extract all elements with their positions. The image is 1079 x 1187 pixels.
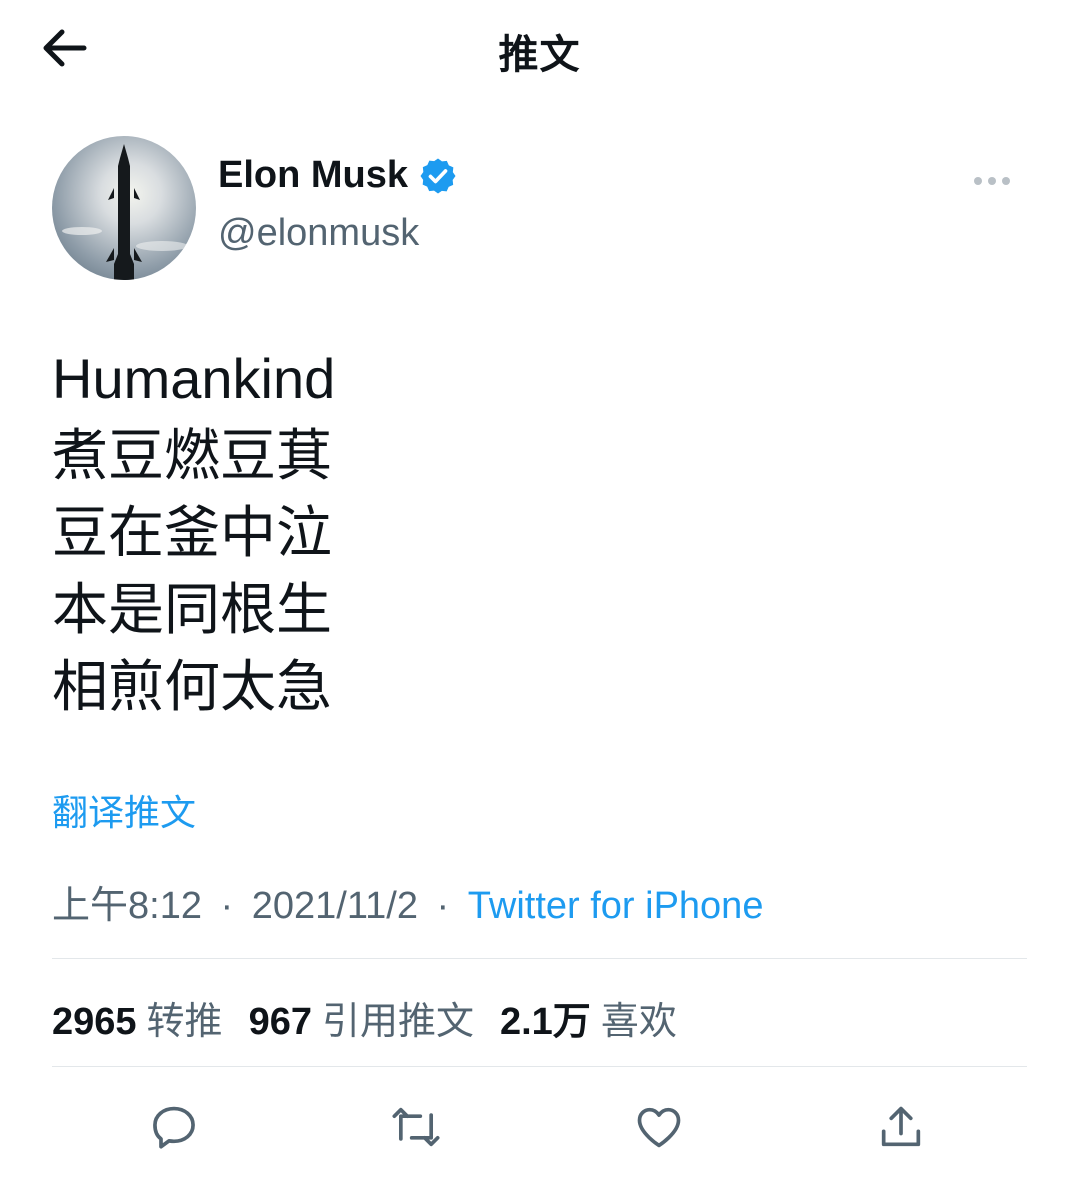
like-label: 喜欢 [600, 1001, 677, 1043]
retweets-stat[interactable]: 2965 转推 [52, 990, 223, 1045]
translate-tweet-link[interactable]: 翻译推文 [52, 784, 196, 836]
retweet-icon [392, 1107, 440, 1147]
page-title: 推文 [498, 33, 581, 77]
avatar-image [52, 136, 196, 280]
more-dots-icon [974, 177, 982, 185]
name-row: Elon Musk [218, 154, 458, 197]
tweet-line: 豆在釜中泣 [52, 501, 332, 564]
share-icon [881, 1106, 921, 1147]
display-name[interactable]: Elon Musk [218, 154, 408, 197]
top-bar: 推文 [0, 0, 1079, 100]
tweet-detail-page: 推文 Elon Musk @elonmusk Humankind 煮豆燃豆萁 豆… [0, 0, 1079, 1187]
meta-separator: · [220, 885, 234, 927]
action-bar [0, 1095, 1079, 1159]
retweet-label: 转推 [146, 1001, 223, 1043]
avatar[interactable] [52, 136, 196, 280]
quote-count: 967 [248, 1001, 312, 1043]
more-options-button[interactable] [962, 166, 1022, 196]
more-dots-icon [988, 177, 996, 185]
like-button[interactable] [627, 1095, 691, 1159]
more-dots-icon [1002, 177, 1010, 185]
tweet-time[interactable]: 上午8:12 [52, 885, 202, 927]
divider [52, 1066, 1027, 1067]
tweet-meta: 上午8:12 · 2021/11/2 · Twitter for iPhone [52, 874, 763, 929]
user-handle[interactable]: @elonmusk [218, 212, 419, 255]
likes-stat[interactable]: 2.1万 喜欢 [500, 990, 677, 1045]
reply-icon [153, 1106, 195, 1149]
quote-label: 引用推文 [321, 1001, 474, 1043]
tweet-source-link[interactable]: Twitter for iPhone [468, 885, 764, 927]
tweet-line: 本是同根生 [52, 578, 332, 641]
tweet-line: 相煎何太急 [52, 655, 332, 718]
verified-badge-icon [418, 156, 458, 196]
divider [52, 958, 1027, 959]
tweet-stats: 2965 转推 967 引用推文 2.1万 喜欢 [52, 990, 703, 1045]
quotes-stat[interactable]: 967 引用推文 [249, 990, 474, 1045]
share-button[interactable] [869, 1095, 933, 1159]
retweet-button[interactable] [384, 1095, 448, 1159]
tweet-line: 煮豆燃豆萁 [52, 424, 332, 487]
tweet-text: Humankind 煮豆燃豆萁 豆在釜中泣 本是同根生 相煎何太急 [52, 340, 1032, 725]
tweet-author: Elon Musk @elonmusk [52, 136, 1032, 280]
meta-separator: · [436, 885, 450, 927]
like-count: 2.1万 [499, 1001, 591, 1043]
tweet-date[interactable]: 2021/11/2 [252, 885, 418, 927]
heart-icon [637, 1107, 681, 1148]
tweet-line: Humankind [52, 347, 336, 410]
retweet-count: 2965 [52, 1001, 137, 1043]
reply-button[interactable] [142, 1095, 206, 1159]
